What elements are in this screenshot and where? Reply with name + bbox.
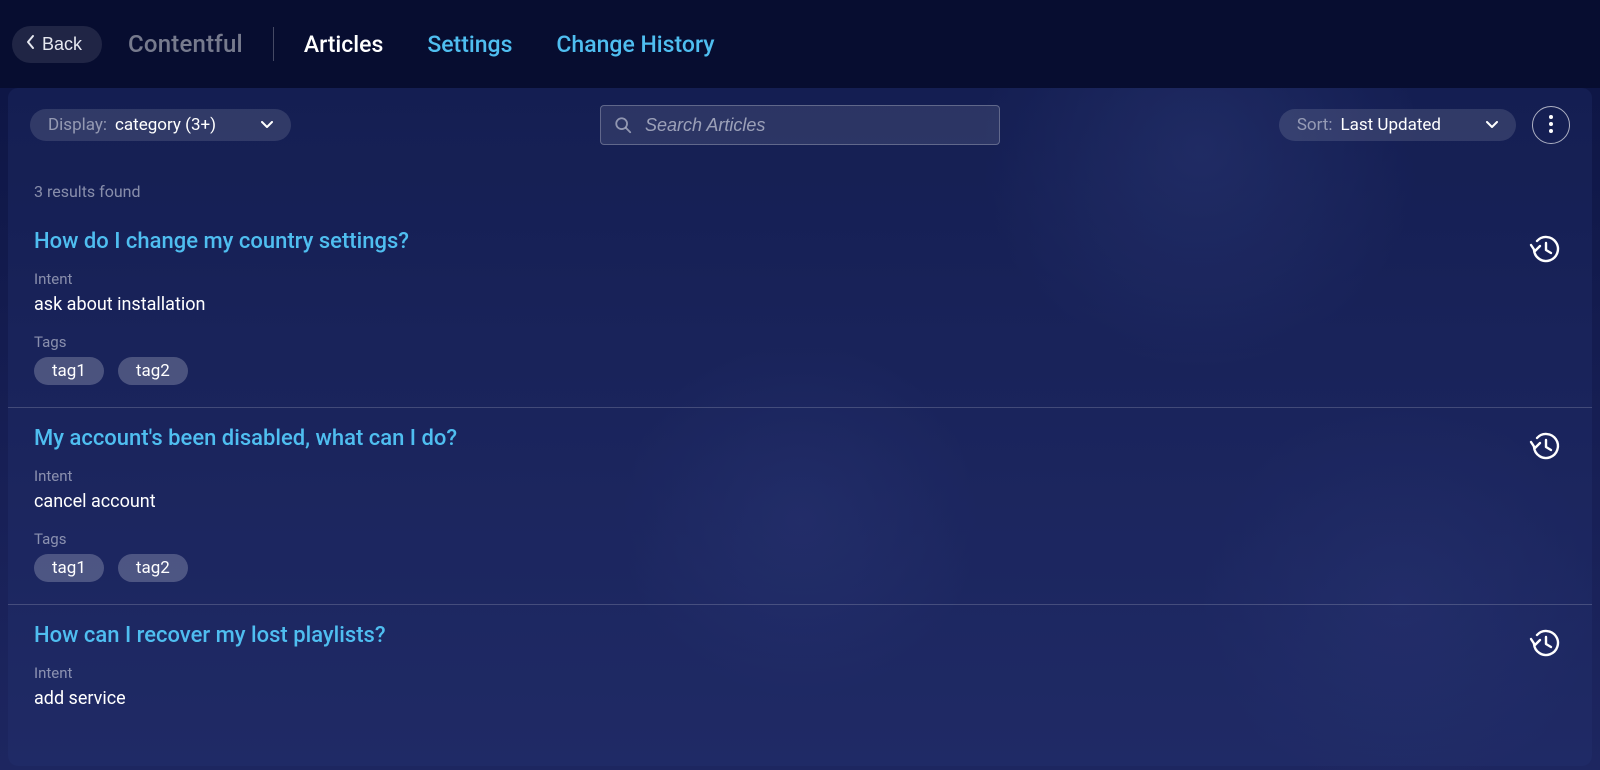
tag-chip[interactable]: tag1: [34, 554, 104, 582]
app-name: Contentful: [128, 30, 243, 58]
tag-chip[interactable]: tag2: [118, 357, 188, 385]
history-button[interactable]: [1528, 430, 1562, 464]
tags-row: tag1 tag2: [34, 357, 1566, 385]
results-count: 3 results found: [8, 158, 1592, 211]
display-filter[interactable]: Display: category (3+): [30, 109, 291, 141]
divider: [273, 27, 274, 61]
intent-label: Intent: [34, 664, 1566, 682]
sort-value: Last Updated: [1340, 115, 1441, 135]
search-icon: [614, 116, 632, 134]
chevron-down-icon: [1486, 121, 1498, 129]
history-icon: [1528, 431, 1562, 464]
back-button[interactable]: Back: [12, 26, 102, 63]
history-icon: [1528, 628, 1562, 661]
display-value: category (3+): [115, 115, 216, 135]
intent-value: ask about installation: [34, 294, 1566, 315]
tag-chip[interactable]: tag2: [118, 554, 188, 582]
article-row: How do I change my country settings? Int…: [8, 211, 1592, 408]
tags-label: Tags: [34, 530, 1566, 548]
display-label: Display:: [48, 115, 107, 135]
more-menu-button[interactable]: [1532, 106, 1570, 144]
more-vertical-icon: [1549, 115, 1553, 136]
tags-row: tag1 tag2: [34, 554, 1566, 582]
history-button[interactable]: [1528, 233, 1562, 267]
toolbar: Display: category (3+) Sort: Last Update…: [8, 88, 1592, 158]
intent-value: add service: [34, 688, 1566, 709]
search-input[interactable]: [600, 105, 1000, 145]
chevron-left-icon: [26, 34, 36, 55]
tab-change-history[interactable]: Change History: [556, 31, 714, 58]
tab-articles[interactable]: Articles: [304, 31, 384, 58]
intent-value: cancel account: [34, 491, 1566, 512]
article-row: My account's been disabled, what can I d…: [8, 408, 1592, 605]
tag-chip[interactable]: tag1: [34, 357, 104, 385]
tab-settings[interactable]: Settings: [427, 31, 512, 58]
article-title-link[interactable]: How can I recover my lost playlists?: [34, 623, 386, 648]
history-icon: [1528, 234, 1562, 267]
main-panel: Display: category (3+) Sort: Last Update…: [8, 88, 1592, 766]
sort-select[interactable]: Sort: Last Updated: [1279, 109, 1516, 141]
back-label: Back: [42, 34, 82, 55]
top-bar: Back Contentful Articles Settings Change…: [0, 0, 1600, 88]
chevron-down-icon: [261, 121, 273, 129]
article-row: How can I recover my lost playlists? Int…: [8, 605, 1592, 749]
sort-label: Sort:: [1297, 115, 1333, 135]
history-button[interactable]: [1528, 627, 1562, 661]
intent-label: Intent: [34, 467, 1566, 485]
search-wrap: [600, 105, 1000, 145]
article-title-link[interactable]: How do I change my country settings?: [34, 229, 409, 254]
tags-label: Tags: [34, 333, 1566, 351]
intent-label: Intent: [34, 270, 1566, 288]
article-title-link[interactable]: My account's been disabled, what can I d…: [34, 426, 457, 451]
header-tabs: Articles Settings Change History: [304, 31, 715, 58]
